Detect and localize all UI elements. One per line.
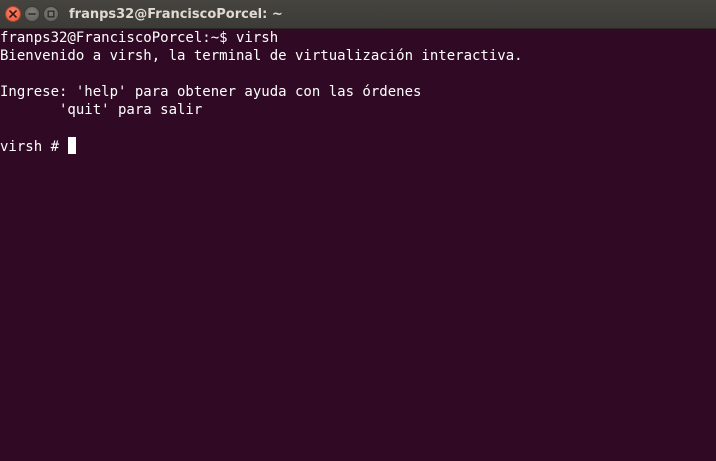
maximize-button[interactable]: [43, 6, 59, 22]
title-bar[interactable]: franps32@FranciscoPorcel: ~: [0, 0, 716, 29]
terminal-line-quit: 'quit' para salir: [0, 102, 203, 118]
maximize-icon: [47, 10, 55, 18]
prompt-line[interactable]: virsh #: [0, 137, 716, 155]
terminal-line-welcome: Bienvenido a virsh, la terminal de virtu…: [0, 48, 523, 64]
minimize-button[interactable]: [24, 6, 40, 22]
virsh-prompt: virsh #: [0, 139, 68, 155]
terminal-line-command: franps32@FranciscoPorcel:~$ virsh: [0, 30, 279, 46]
minimize-icon: [28, 10, 36, 18]
close-icon: [9, 10, 17, 18]
close-button[interactable]: [5, 6, 21, 22]
terminal-line-help: Ingrese: 'help' para obtener ayuda con l…: [0, 84, 422, 100]
terminal-window: franps32@FranciscoPorcel: ~ franps32@Fra…: [0, 0, 716, 461]
window-title: franps32@FranciscoPorcel: ~: [69, 7, 283, 22]
terminal-line-blank-2: [0, 119, 716, 137]
text-cursor: [68, 137, 77, 154]
terminal-area[interactable]: franps32@FranciscoPorcel:~$ virsh Bienve…: [0, 29, 716, 461]
